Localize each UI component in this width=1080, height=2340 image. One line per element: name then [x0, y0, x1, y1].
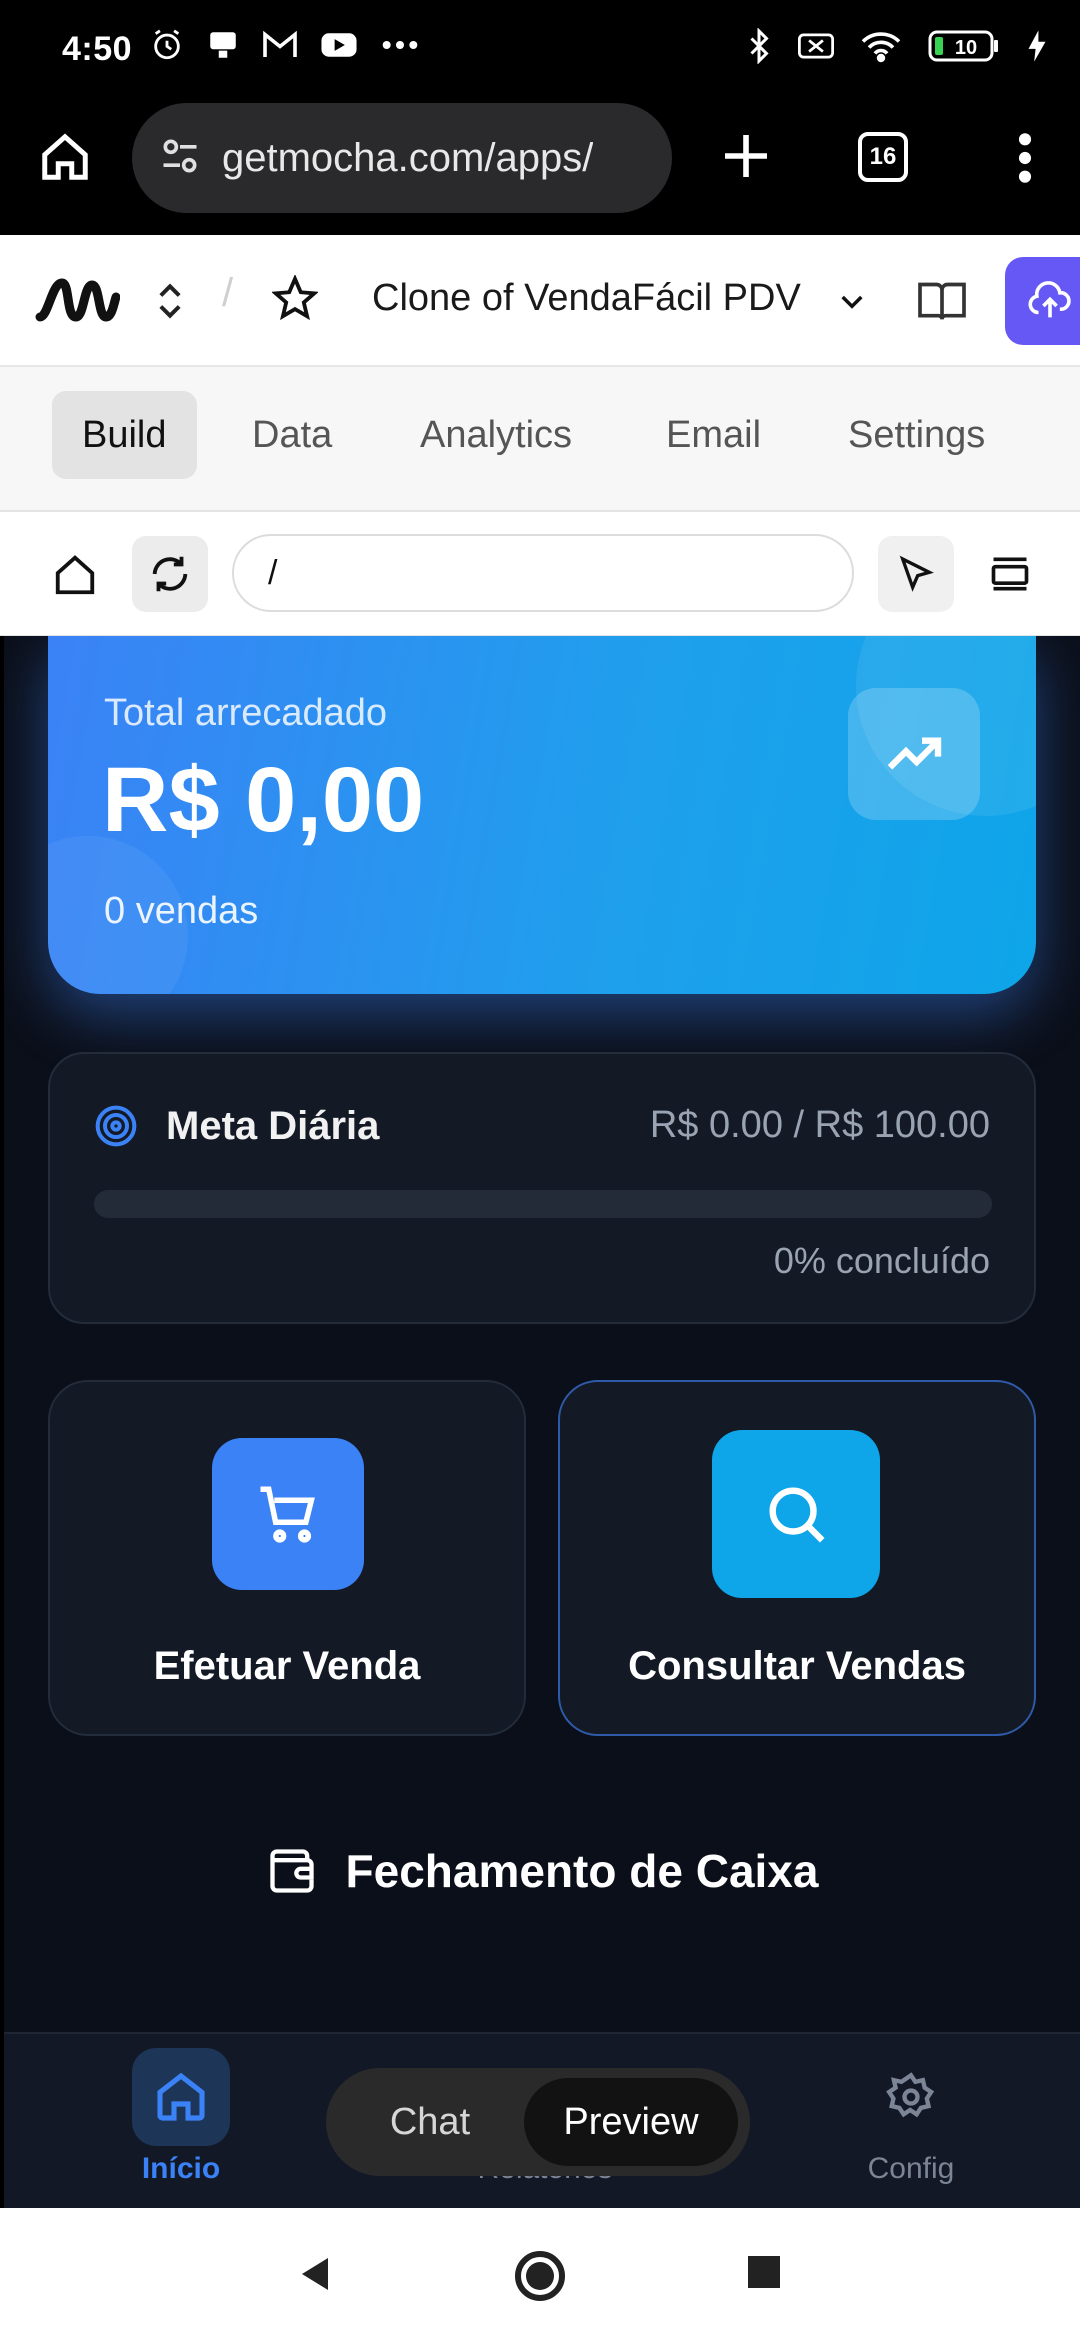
- gear-icon: [886, 2072, 935, 2118]
- nav-home-label: Início: [141, 2152, 221, 2185]
- publish-button[interactable]: [1005, 257, 1080, 345]
- alarm-icon: [150, 28, 184, 62]
- viewport-icon: [991, 557, 1029, 591]
- chevron-down-icon: [841, 295, 863, 309]
- status-time: 4:50: [62, 30, 133, 68]
- wallet-icon: [269, 1849, 314, 1893]
- docs-button[interactable]: [916, 279, 968, 328]
- plus-icon: [725, 135, 767, 177]
- cart-icon: [260, 1486, 315, 1543]
- new-tab-button[interactable]: [718, 128, 774, 189]
- total-card: Total arrecadado R$ 0,00 0 vendas: [48, 636, 1036, 994]
- bluetooth-icon: [746, 28, 772, 64]
- home-icon: [55, 555, 95, 595]
- address-bar[interactable]: getmocha.com/apps/: [132, 103, 672, 213]
- sales-count: 0 vendas: [104, 890, 259, 932]
- battery-icon: 10: [928, 29, 1000, 63]
- trend-badge: [848, 688, 980, 820]
- refresh-icon: [152, 556, 188, 592]
- battery-level: 10: [955, 37, 977, 59]
- preview-toggle-button[interactable]: Preview: [524, 2078, 738, 2166]
- make-sale-icon-box: [212, 1438, 364, 1590]
- tab-build[interactable]: Build: [52, 391, 197, 479]
- status-bar: 4:50 10: [0, 0, 1080, 100]
- builder-tabs: Build Data Analytics Email Settings: [0, 367, 1080, 512]
- view-sales-icon-box: [712, 1430, 880, 1598]
- project-name[interactable]: Clone of VendaFácil PDV: [372, 277, 801, 320]
- goal-title: Meta Diária: [166, 1104, 380, 1148]
- app-preview: Total arrecadado R$ 0,00 0 vendas Meta D…: [4, 636, 1080, 2208]
- make-sale-label: Efetuar Venda: [153, 1644, 421, 1688]
- notification-icon: [206, 28, 240, 62]
- more-vert-icon: [1018, 133, 1032, 183]
- tab-switcher-button[interactable]: 16: [858, 132, 908, 182]
- cash-closing-label: Fechamento de Caixa: [345, 1845, 819, 1897]
- preview-path-input[interactable]: [232, 534, 854, 612]
- home-button[interactable]: [514, 2250, 566, 2307]
- cash-closing-button[interactable]: Fechamento de Caixa: [4, 1844, 1080, 1898]
- back-icon: [302, 2258, 328, 2290]
- browser-home-button[interactable]: [38, 130, 92, 189]
- browser-menu-button[interactable]: [1005, 130, 1045, 191]
- tab-data[interactable]: Data: [222, 391, 362, 479]
- total-label: Total arrecadado: [104, 692, 388, 734]
- chevron-updown-icon: [159, 283, 181, 319]
- star-icon: [271, 273, 319, 321]
- mocha-logo[interactable]: [34, 273, 121, 334]
- gmail-icon: [262, 30, 298, 60]
- target-icon: [94, 1104, 138, 1153]
- tab-email[interactable]: Email: [636, 391, 791, 479]
- make-sale-card[interactable]: Efetuar Venda: [48, 1380, 526, 1736]
- book-icon: [918, 282, 966, 320]
- site-settings-icon[interactable]: [158, 134, 202, 183]
- select-element-button[interactable]: [878, 536, 954, 612]
- more-dots-icon: [380, 30, 420, 60]
- breadcrumb-separator: /: [222, 271, 234, 315]
- view-sales-label: Consultar Vendas: [628, 1644, 966, 1688]
- home-icon: [42, 133, 88, 180]
- refresh-button[interactable]: [132, 536, 208, 612]
- back-button[interactable]: [296, 2254, 336, 2299]
- chat-preview-toggle: Chat Preview: [326, 2068, 750, 2176]
- goal-percent: 0% concluído: [773, 1240, 990, 1281]
- youtube-icon: [320, 30, 358, 60]
- nav-config-icon-box: [862, 2048, 960, 2146]
- trending-up-icon: [887, 737, 942, 770]
- daily-goal-card: Meta Diária R$ 0.00 / R$ 100.00 0% concl…: [48, 1052, 1036, 1324]
- cloud-upload-icon: [1028, 281, 1071, 318]
- recents-button[interactable]: [746, 2254, 782, 2295]
- total-amount: R$ 0,00: [102, 749, 425, 851]
- charging-icon: [1026, 29, 1048, 63]
- system-nav-bar: [0, 2208, 1080, 2340]
- address-url[interactable]: getmocha.com/apps/: [222, 136, 593, 181]
- mocha-header: / Clone of VendaFácil PDV: [0, 235, 1080, 367]
- sim-off-icon: [798, 31, 834, 61]
- project-menu-button[interactable]: [836, 285, 868, 322]
- logo-icon: [35, 278, 121, 322]
- search-icon: [769, 1487, 825, 1543]
- chat-toggle-button[interactable]: Chat: [338, 2078, 522, 2166]
- tab-analytics[interactable]: Analytics: [390, 391, 602, 479]
- cursor-icon: [899, 555, 934, 592]
- goal-value: R$ 0.00 / R$ 100.00: [649, 1104, 990, 1146]
- nav-config[interactable]: Config: [820, 2034, 1020, 2208]
- recents-icon: [748, 2256, 780, 2288]
- favorite-button[interactable]: [271, 273, 319, 326]
- nav-home-icon-box: [132, 2048, 230, 2146]
- wifi-icon: [860, 29, 902, 63]
- browser-toolbar: getmocha.com/apps/ 16: [0, 100, 1080, 235]
- viewport-button[interactable]: [988, 552, 1032, 601]
- tab-settings[interactable]: Settings: [818, 391, 1015, 479]
- preview-home-button[interactable]: [52, 552, 98, 603]
- view-sales-card[interactable]: Consultar Vendas: [558, 1380, 1036, 1736]
- goal-progress-bar: [94, 1190, 992, 1218]
- home-circle-icon: [515, 2251, 565, 2301]
- nav-home[interactable]: Início: [90, 2034, 290, 2208]
- nav-config-label: Config: [867, 2152, 955, 2185]
- home-icon: [157, 2072, 205, 2121]
- project-switcher-button[interactable]: [152, 279, 188, 328]
- preview-toolbar: [0, 512, 1080, 636]
